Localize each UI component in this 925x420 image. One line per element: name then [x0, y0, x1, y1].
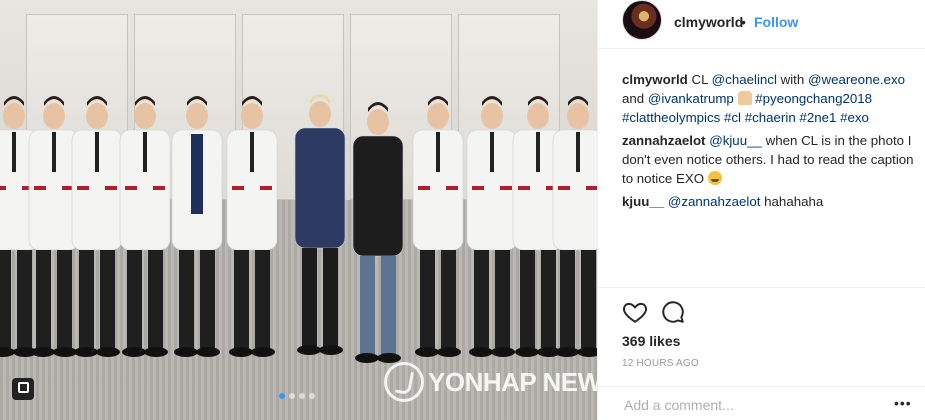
hashtag-link[interactable]: #pyeongchang2018 — [755, 91, 872, 106]
folded-hands-emoji — [737, 91, 752, 105]
comment-item: clmyworld CL @chaelincl with @weareone.e… — [622, 70, 914, 127]
post-header: clmyworld • Follow — [598, 0, 925, 49]
mention-link[interactable]: @ivankatrump — [648, 91, 734, 106]
comment-item: kjuu__ @zannahzaelot hahahaha — [622, 192, 914, 211]
add-comment-bar: ••• — [598, 386, 925, 419]
multiple-images-icon — [12, 378, 34, 400]
mention-link[interactable]: @weareone.exo — [808, 72, 905, 87]
comment-text: CL — [691, 72, 712, 87]
carousel-dot[interactable] — [289, 393, 295, 399]
post-side-panel: clmyworld • Follow clmyworld CL @chaelin… — [597, 0, 925, 420]
mention-link[interactable]: @kjuu__ — [709, 133, 762, 148]
comment-text: with — [776, 72, 808, 87]
hashtag-link[interactable]: #chaerin — [745, 110, 796, 125]
comment-author[interactable]: zannahzaelot — [622, 133, 706, 148]
post-photo[interactable]: YONHAP NEW — [0, 0, 597, 420]
add-comment-input[interactable] — [622, 396, 866, 414]
comment-item: zannahzaelot @kjuu__ when CL is in the p… — [622, 131, 914, 188]
carousel-dot[interactable] — [279, 393, 285, 399]
comment-text: hahahaha — [760, 194, 824, 209]
comment-text — [734, 91, 738, 106]
post-timestamp: 12 HOURS AGO — [622, 358, 699, 369]
hashtag-link[interactable]: #2ne1 — [799, 110, 836, 125]
hashtag-link[interactable]: #exo — [840, 110, 869, 125]
hashtag-link[interactable]: #clattheolympics — [622, 110, 720, 125]
heart-icon[interactable] — [622, 299, 648, 325]
like-count[interactable]: 369 likes — [622, 333, 680, 349]
comment-list: clmyworld CL @chaelincl with @weareone.e… — [622, 70, 914, 215]
follow-button[interactable]: Follow — [754, 14, 798, 30]
mention-link[interactable]: @chaelincl — [712, 72, 777, 87]
comment-author[interactable]: clmyworld — [622, 72, 688, 87]
comment-author[interactable]: kjuu__ — [622, 194, 664, 209]
grinning-sweat-emoji — [707, 171, 722, 185]
group-of-people-illustration — [0, 94, 597, 363]
hashtag-link[interactable]: #cl — [724, 110, 741, 125]
carousel-dot[interactable] — [309, 393, 315, 399]
yonhap-watermark: YONHAP NEW — [384, 362, 597, 402]
carousel-indicator[interactable] — [279, 393, 315, 399]
watermark-text: YONHAP NEW — [428, 366, 597, 397]
post-actions: 369 likes 12 HOURS AGO ••• — [598, 287, 925, 418]
instagram-post: YONHAP NEW clmyworld • Follow clmyworld … — [0, 0, 925, 420]
avatar[interactable] — [622, 0, 662, 40]
comment-text: and — [622, 91, 648, 106]
mention-link[interactable]: @zannahzaelot — [668, 194, 761, 209]
header-username[interactable]: clmyworld — [674, 14, 743, 30]
yonhap-logo-icon — [384, 362, 424, 402]
more-options-icon[interactable]: ••• — [894, 395, 912, 411]
carousel-dot[interactable] — [299, 393, 305, 399]
comment-icon[interactable] — [660, 299, 686, 325]
header-separator: • — [741, 14, 746, 30]
